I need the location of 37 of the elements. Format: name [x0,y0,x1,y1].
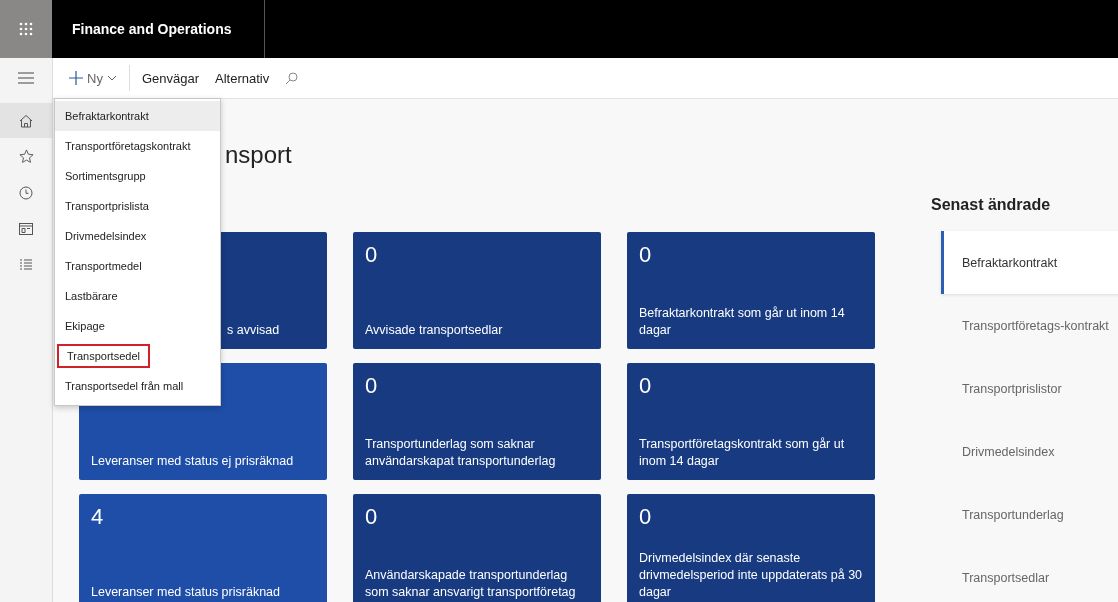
list-icon [19,257,33,272]
menu-item[interactable]: Sortimentsgrupp [55,161,220,191]
recent-list-item[interactable]: Transportprislistor [941,357,1118,420]
star-icon [18,149,34,164]
recent-list-item[interactable]: Transportsedlar [941,546,1118,602]
workspace-icon [19,222,33,235]
recent-list-item[interactable]: Transportunderlag [941,483,1118,546]
summary-tile[interactable]: 4 Leveranser med status prisräknad [79,494,327,602]
section-heading: Senast ändrade [931,195,1052,215]
summary-tile[interactable]: 0 Användarskapade transportunderlag som saknar ansvarigt transportföretag [353,494,601,602]
page-title: nsport [225,140,293,170]
summary-tile[interactable]: 0 Avvisade transportsedlar [353,232,601,349]
recent-list-item[interactable]: Befraktarkontrakt [941,231,1118,294]
menu-item[interactable]: Ekipage [55,311,220,341]
menu-item[interactable]: Transportföretagskontrakt [55,131,220,161]
waffle-icon [19,22,33,36]
search-icon [285,71,299,85]
home-icon [19,113,33,128]
new-button[interactable]: Ny [63,64,123,92]
toolbar-button[interactable]: Genvägar [135,64,205,92]
menu-item[interactable]: Transportprislista [55,191,220,221]
menu-item[interactable]: Transportmedel [55,251,220,281]
recent-list-item[interactable]: Drivmedelsindex [941,420,1118,483]
summary-tile[interactable]: 0 Befraktarkontrakt som går ut inom 14 dagar [627,232,875,349]
summary-tile[interactable]: 0 Drivmedelsindex där senaste drivmedelsperiod inte uppdaterats på 30 dagar [627,494,875,602]
summary-tile[interactable]: 0 Transportföretagskontrakt som går ut inom 14 dagar [627,363,875,480]
summary-tile[interactable]: 0 Transportunderlag som saknar användarskapat transportunderlag [353,363,601,480]
chevron-down-icon [106,75,117,81]
plus-icon [69,71,83,85]
menu-item[interactable]: Lastbärare [55,281,220,311]
menu-item[interactable]: Transportsedel [57,344,150,368]
recent-list-item[interactable]: Transportföretags-kontrakt [941,294,1118,357]
menu-item[interactable]: Drivmedelsindex [55,221,220,251]
toolbar-button[interactable]: Alternativ [209,64,276,92]
menu-item[interactable]: Befraktarkontrakt [55,101,220,131]
clock-icon [19,185,33,200]
app-launcher-button[interactable] [0,0,52,58]
